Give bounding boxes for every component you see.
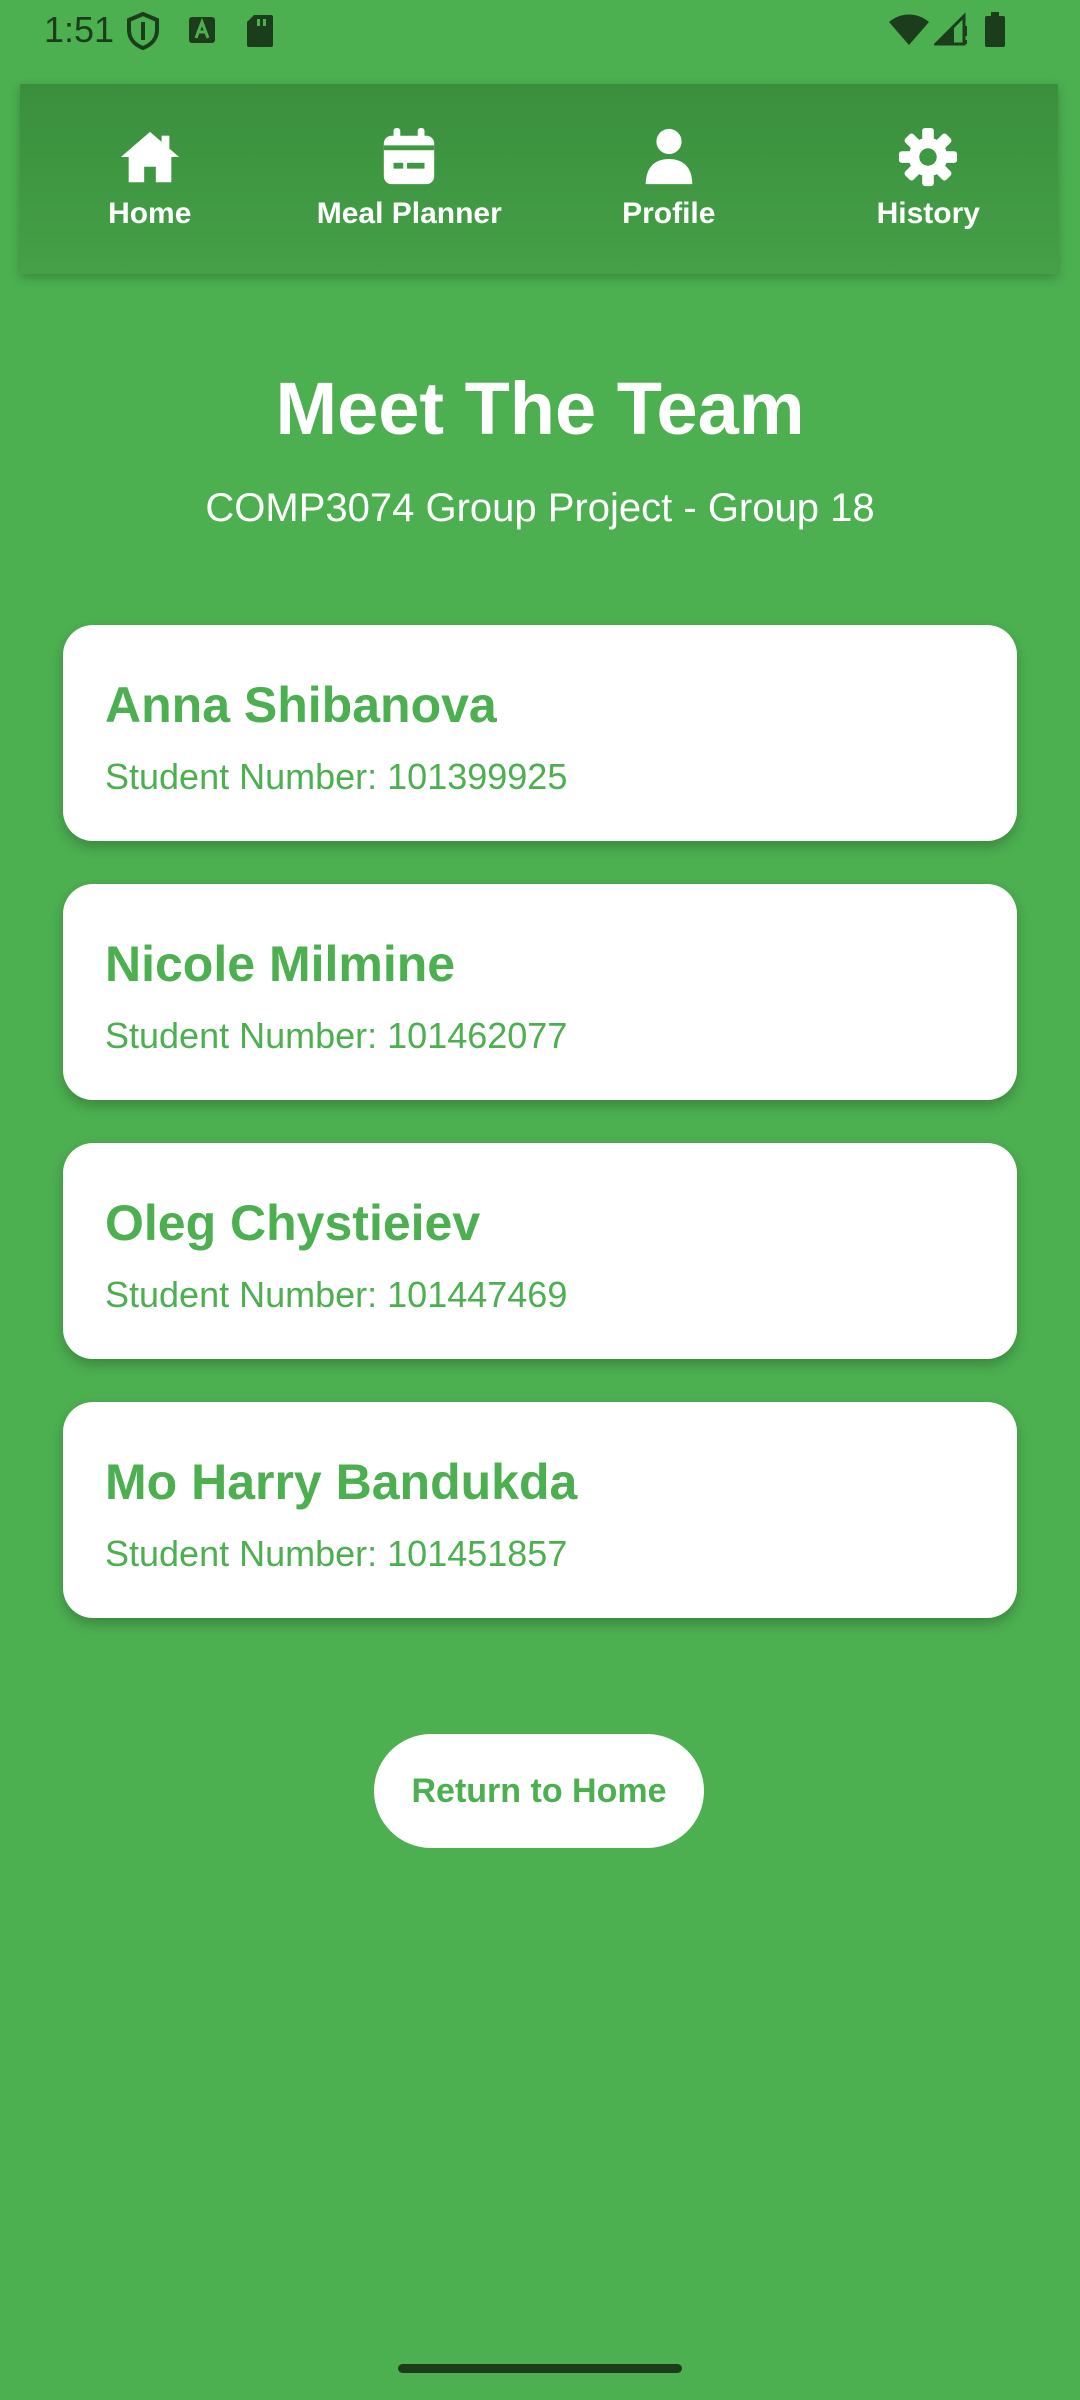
member-name: Oleg Chystieiev	[105, 1195, 481, 1251]
signal-icon	[934, 12, 967, 46]
status-bar: 1:51	[0, 0, 1080, 62]
member-name: Mo Harry Bandukda	[105, 1454, 578, 1510]
nav-label-history: History	[876, 197, 980, 230]
nav-label-profile: Profile	[622, 197, 716, 230]
nav-label-home: Home	[108, 197, 192, 230]
gesture-navigation-bar[interactable]	[398, 2364, 682, 2373]
member-student-number: Student Number: 101399925	[105, 756, 568, 797]
nav-item-home[interactable]: Home	[20, 84, 280, 274]
status-time: 1:51	[44, 9, 115, 50]
nav-item-history[interactable]: History	[799, 84, 1059, 274]
member-student-number: Student Number: 101447469	[105, 1274, 568, 1315]
battery-icon	[985, 12, 1005, 47]
top-navigation-bar: Home Meal Planner Profile History	[20, 84, 1058, 274]
team-member-card: Mo Harry Bandukda Student Number: 101451…	[63, 1402, 1017, 1618]
member-student-number: Student Number: 101451857	[105, 1533, 568, 1574]
a-notification-icon	[189, 17, 215, 43]
shield-icon	[127, 12, 159, 50]
team-member-card: Anna Shibanova Student Number: 101399925	[63, 625, 1017, 841]
calendar-icon	[384, 127, 435, 185]
team-member-card: Nicole Milmine Student Number: 101462077	[63, 884, 1017, 1100]
member-name: Anna Shibanova	[105, 677, 497, 733]
page-title: Meet The Team	[275, 367, 805, 450]
wifi-icon	[889, 14, 929, 45]
member-student-number: Student Number: 101462077	[105, 1015, 568, 1056]
person-icon	[645, 128, 692, 185]
member-name: Nicole Milmine	[105, 936, 456, 992]
return-to-home-button[interactable]: Return to Home	[374, 1734, 704, 1848]
nav-label-meal-planner: Meal Planner	[316, 197, 502, 230]
nav-item-profile[interactable]: Profile	[539, 84, 799, 274]
nav-item-meal-planner[interactable]: Meal Planner	[280, 84, 540, 274]
page-subtitle: COMP3074 Group Project - Group 18	[205, 486, 875, 530]
gear-icon	[899, 127, 958, 187]
sd-card-icon	[247, 15, 273, 47]
home-icon	[120, 131, 179, 183]
team-member-card: Oleg Chystieiev Student Number: 10144746…	[63, 1143, 1017, 1359]
